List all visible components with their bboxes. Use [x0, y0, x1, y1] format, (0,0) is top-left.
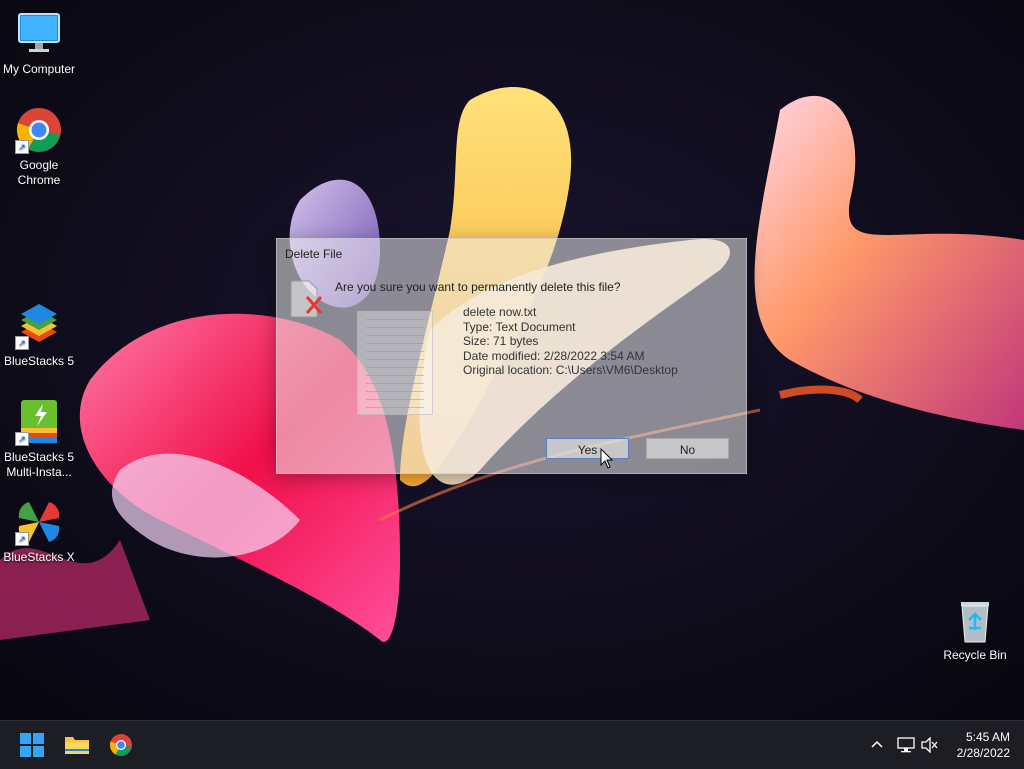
bluestacks-multi-instance-icon: ↗ [15, 398, 63, 446]
file-explorer-button[interactable] [64, 733, 89, 757]
yes-button[interactable]: Yes [546, 438, 629, 459]
desktop-icon-label: BlueStacks 5 [3, 354, 75, 368]
volume-muted-icon[interactable] [921, 736, 939, 758]
delete-file-warning-icon [289, 279, 325, 319]
file-name: delete now.txt [463, 305, 537, 319]
desktop-icon-label: My Computer [2, 62, 76, 76]
delete-file-dialog: Delete File Are you sure you want to per… [276, 238, 747, 474]
file-date-modified: Date modified: 2/28/2022 3:54 AM [463, 348, 645, 363]
mouse-cursor-icon [600, 448, 614, 469]
taskbar: 5:45 AM 2/28/2022 [0, 720, 1024, 769]
chrome-icon: ↗ [15, 106, 63, 154]
dialog-question: Are you sure you want to permanently del… [335, 280, 621, 294]
file-original-location: Original location: C:\Users\VM6\Desktop [463, 363, 678, 378]
bluestacks-icon: ↗ [15, 302, 63, 350]
windows-logo-icon [20, 733, 44, 757]
desktop-icon-bluestacks-x[interactable]: ↗ BlueStacks X [0, 498, 78, 565]
recycle-bin-icon [951, 596, 999, 644]
bluestacks-x-icon: ↗ [15, 498, 63, 546]
desktop-icon-recycle-bin[interactable]: Recycle Bin [936, 596, 1014, 663]
desktop-icon-label: BlueStacks X [3, 550, 75, 564]
monitor-icon [15, 10, 63, 58]
chrome-icon [109, 734, 132, 756]
show-hidden-icons-chevron-up-icon[interactable] [870, 737, 884, 756]
network-icon[interactable] [897, 737, 915, 758]
desktop-icon-bluestacks-multi-instance[interactable]: ↗ BlueStacks 5 Multi-Insta... [0, 398, 78, 480]
file-thumbnail [357, 311, 433, 415]
file-size: Size: 71 bytes [463, 334, 539, 349]
chrome-taskbar-button[interactable] [109, 733, 133, 757]
desktop-icon-label: Recycle Bin [943, 648, 1007, 662]
dialog-title: Delete File [285, 247, 343, 261]
desktop-icon-google-chrome[interactable]: ↗ Google Chrome [0, 106, 78, 188]
no-button[interactable]: No [646, 438, 729, 459]
shortcut-arrow-icon: ↗ [15, 532, 29, 546]
shortcut-arrow-icon: ↗ [15, 336, 29, 350]
desktop-icon-label: BlueStacks 5 Multi-Insta... [3, 450, 75, 479]
desktop-icon-label: Google Chrome [17, 158, 61, 187]
clock-time: 5:45 AM [965, 730, 1010, 744]
folder-icon [65, 737, 89, 754]
desktop-icon-bluestacks-5[interactable]: ↗ BlueStacks 5 [0, 302, 78, 369]
start-button[interactable] [20, 733, 44, 757]
taskbar-clock[interactable]: 5:45 AM 2/28/2022 [957, 729, 1010, 761]
shortcut-arrow-icon: ↗ [15, 432, 29, 446]
file-details: delete now.txt Type: Text Document Size:… [463, 305, 678, 378]
file-type: Type: Text Document [463, 319, 576, 334]
shortcut-arrow-icon: ↗ [15, 140, 29, 154]
desktop-icon-my-computer[interactable]: My Computer [0, 10, 78, 77]
clock-date: 2/28/2022 [956, 746, 1010, 760]
